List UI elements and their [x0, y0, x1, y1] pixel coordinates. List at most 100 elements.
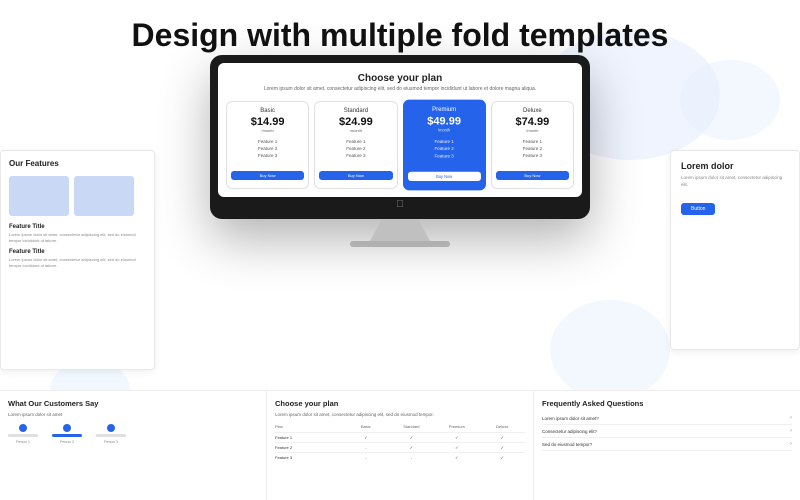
mini-pricing-title: Choose your plan [275, 399, 525, 408]
pricing-card-basic: Basic $14.99 /month Feature 1 Feature 2 … [226, 101, 309, 189]
mpt-plan-3: Feature 3 [275, 455, 343, 460]
bg-decoration-3 [550, 300, 670, 400]
testimonial-dot-1 [19, 424, 27, 432]
feature-deluxe-3: Feature 3 [496, 152, 569, 159]
mpt-col-basic: Basic [343, 424, 388, 429]
main-heading: Design with multiple fold templates [0, 0, 800, 53]
testimonial-person-3: Person 3 [96, 424, 126, 444]
buy-deluxe-button[interactable]: Buy Now [496, 171, 569, 180]
mpt-col-premium: Premium [434, 424, 479, 429]
pricing-card-deluxe: Deluxe $74.99 /month Feature 1 Feature 2… [491, 101, 574, 189]
mpt-row-3: Feature 3 - - ✓ ✓ [275, 452, 525, 462]
feature-standard-3: Feature 3 [319, 152, 392, 159]
features-card: Our Features Feature Title Lorem ipsum d… [0, 150, 155, 370]
mpt-col-deluxe: Deluxe [480, 424, 525, 429]
pricing-screen: Choose your plan Lorem ipsum dolor sit a… [218, 63, 582, 197]
card-features-deluxe: Feature 1 Feature 2 Feature 3 [496, 138, 569, 159]
card-price-deluxe: $74.99 [496, 116, 569, 128]
card-name-standard: Standard [319, 108, 392, 114]
faq-arrow-3: › [790, 441, 792, 447]
card-name-basic: Basic [231, 108, 304, 114]
card-name-deluxe: Deluxe [496, 108, 569, 114]
monitor-stand [370, 219, 430, 241]
testimonial-name-1: Person 1 [16, 440, 30, 444]
mpt-col-plan: Plan [275, 424, 343, 429]
faq-title: Frequently Asked Questions [542, 399, 792, 408]
feature-standard-2: Feature 2 [319, 145, 392, 152]
testimonials-thumb: What Our Customers Say Lorem ipsum dolor… [0, 391, 267, 500]
mpt-row-1: Feature 1 ✓ ✓ ✓ ✓ [275, 432, 525, 442]
feature-basic-1: Feature 1 [231, 138, 304, 145]
testimonial-person-2: Person 2 [52, 424, 82, 444]
feature-title-1: Feature Title [9, 224, 146, 230]
faq-arrow-1: › [790, 415, 792, 421]
buy-basic-button[interactable]: Buy Now [231, 171, 304, 180]
feature-basic-2: Feature 2 [231, 145, 304, 152]
mpt-val-1-3: ✓ [434, 435, 479, 440]
faq-q-1: Lorem ipsum dolor sit amet? [542, 416, 790, 421]
mpt-col-standard: Standard [389, 424, 434, 429]
feature-text-2: Lorem ipsum dolor sit amet, consectetur … [9, 257, 146, 268]
mini-pricing-subtitle: Lorem ipsum dolor sit amet, consectetur … [275, 412, 525, 418]
testimonial-dot-2 [63, 424, 71, 432]
feature-basic-3: Feature 3 [231, 152, 304, 159]
mpt-val-3-3: ✓ [434, 455, 479, 460]
feature-standard-1: Feature 1 [319, 138, 392, 145]
pricing-screen-title: Choose your plan [226, 73, 574, 84]
testimonials-title: What Our Customers Say [8, 399, 258, 408]
mpt-plan-2: Feature 2 [275, 445, 343, 450]
feature-item-2: Feature Title Lorem ipsum dolor sit amet… [9, 249, 146, 268]
feature-premium-2: Feature 2 [408, 145, 481, 152]
mini-pricing-thumb: Choose your plan Lorem ipsum dolor sit a… [267, 391, 534, 500]
bottom-section: What Our Customers Say Lorem ipsum dolor… [0, 390, 800, 500]
feature-image-1 [9, 176, 69, 216]
faq-item-3: Sed do eiusmod tempor? › [542, 438, 792, 451]
card-price-basic: $14.99 [231, 116, 304, 128]
card-price-premium: $49.99 [408, 115, 481, 127]
card-period-standard: /month [319, 128, 392, 133]
buy-standard-button[interactable]: Buy Now [319, 171, 392, 180]
pricing-card-premium: Premium $49.99 /month Feature 1 Feature … [403, 100, 486, 191]
card-period-deluxe: /month [496, 128, 569, 133]
mpt-header: Plan Basic Standard Premium Deluxe [275, 424, 525, 429]
card-name-premium: Premium [408, 107, 481, 113]
monitor-base [350, 241, 450, 247]
card-features-premium: Feature 1 Feature 2 Feature 3 [408, 138, 481, 160]
mpt-row-2: Feature 2 - ✓ ✓ ✓ [275, 442, 525, 452]
right-side-card: Lorem dolor Lorem ipsum dolor sit amet, … [670, 150, 800, 350]
pricing-cards: Basic $14.99 /month Feature 1 Feature 2 … [226, 101, 574, 189]
mpt-val-3-4: ✓ [480, 455, 525, 460]
feature-deluxe-2: Feature 2 [496, 145, 569, 152]
testimonial-person-1: Person 1 [8, 424, 38, 444]
mpt-val-2-2: ✓ [389, 445, 434, 450]
monitor: Choose your plan Lorem ipsum dolor sit a… [210, 55, 590, 219]
mpt-val-2-4: ✓ [480, 445, 525, 450]
buy-premium-button[interactable]: Buy Now [408, 172, 481, 181]
testimonial-bar-2 [52, 434, 82, 437]
card-price-standard: $24.99 [319, 116, 392, 128]
mini-pricing-table: Plan Basic Standard Premium Deluxe Featu… [275, 424, 525, 462]
bg-decoration-2 [680, 60, 780, 140]
mpt-val-3-2: - [389, 455, 434, 460]
monitor-chin:  [218, 197, 582, 211]
mpt-val-2-3: ✓ [434, 445, 479, 450]
testimonial-bar-1 [8, 434, 38, 437]
mpt-plan-1: Feature 1 [275, 435, 343, 440]
lorem-button[interactable]: Button [681, 203, 715, 215]
feature-text-1: Lorem ipsum dolor sit amet, consectetur … [9, 232, 146, 243]
testimonial-name-2: Person 2 [60, 440, 74, 444]
testimonial-name-3: Person 3 [104, 440, 118, 444]
faq-item-2: Consectetur adipiscing elit? › [542, 425, 792, 438]
feature-deluxe-1: Feature 1 [496, 138, 569, 145]
testimonial-dot-3 [107, 424, 115, 432]
mpt-val-1-1: ✓ [343, 435, 388, 440]
mpt-val-1-4: ✓ [480, 435, 525, 440]
monitor-wrapper: Choose your plan Lorem ipsum dolor sit a… [210, 55, 590, 247]
faq-item-1: Lorem ipsum dolor sit amet? › [542, 412, 792, 425]
testimonials-subtitle: Lorem ipsum dolor sit amet [8, 412, 258, 418]
lorem-title: Lorem dolor [681, 161, 789, 171]
mpt-val-1-2: ✓ [389, 435, 434, 440]
feature-image-2 [74, 176, 134, 216]
card-period-premium: /month [408, 127, 481, 132]
feature-item-1: Feature Title Lorem ipsum dolor sit amet… [9, 224, 146, 243]
